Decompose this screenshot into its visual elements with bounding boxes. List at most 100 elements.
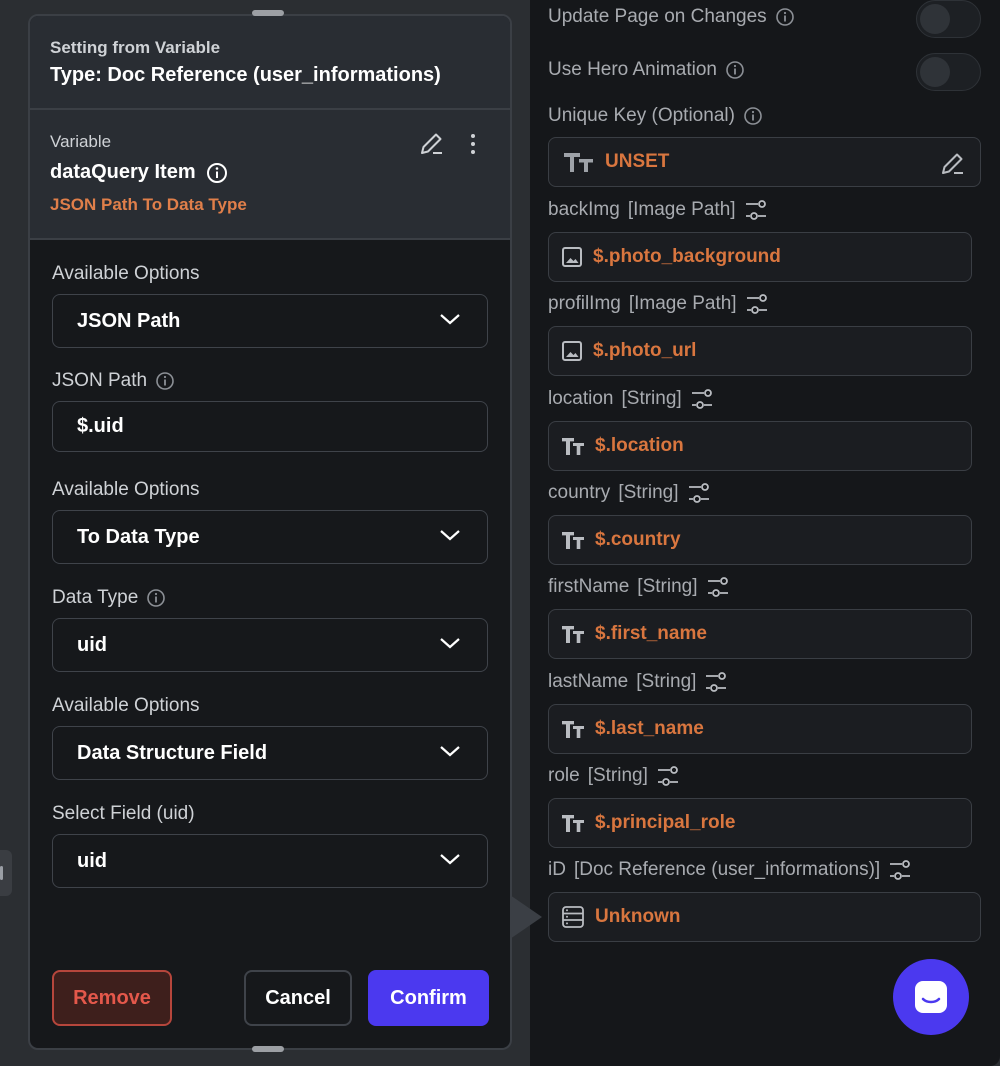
param-type: [Image Path]: [628, 293, 737, 314]
available-options-label: Available Options: [52, 479, 200, 500]
info-icon: [775, 8, 794, 26]
chat-support-button[interactable]: [893, 959, 969, 1035]
text-icon: [561, 813, 585, 833]
update-page-toggle[interactable]: [916, 0, 981, 38]
chat-icon: [915, 981, 947, 1013]
hero-animation-toggle[interactable]: [916, 53, 981, 91]
param-label-row: backImg [Image Path]: [548, 199, 768, 221]
data-type-dropdown[interactable]: uid: [52, 618, 488, 672]
param-value-field[interactable]: $.country: [548, 515, 972, 565]
chevron-down-icon: [440, 638, 460, 649]
json-path-value: $.uid: [77, 415, 124, 437]
param-name: backImg: [548, 199, 620, 220]
param-value-field[interactable]: $.last_name: [548, 704, 972, 754]
chevron-down-icon: [440, 854, 460, 865]
available-options-label: Available Options: [52, 695, 200, 716]
param-value: Unknown: [595, 906, 681, 927]
param-type: [String]: [637, 576, 698, 597]
info-icon[interactable]: [206, 162, 228, 184]
param-type: [String]: [621, 388, 682, 409]
hero-animation-row: Use Hero Animation: [548, 59, 745, 81]
edit-icon[interactable]: [938, 150, 966, 178]
param-value-field[interactable]: $.principal_role: [548, 798, 972, 848]
dropdown-value: uid: [77, 633, 107, 656]
param-value: $.photo_background: [593, 246, 781, 267]
unique-key-label: Unique Key (Optional): [548, 105, 735, 126]
param-value-field[interactable]: $.photo_background: [548, 232, 972, 282]
variable-settings-popup: Setting from Variable Type: Doc Referenc…: [28, 14, 512, 1050]
variable-section: Variable dataQuery Item JSON Path To Dat…: [30, 110, 510, 240]
json-path-label-row: JSON Path: [52, 369, 488, 393]
popup-drag-handle-top[interactable]: [252, 10, 284, 16]
param-type: [String]: [587, 765, 648, 786]
param-type: [Image Path]: [627, 199, 736, 220]
chevron-down-icon: [440, 530, 460, 541]
dropdown-value: To Data Type: [77, 525, 200, 548]
update-page-row: Update Page on Changes: [548, 6, 795, 28]
param-settings-icon[interactable]: [690, 388, 714, 410]
param-label-row: profilImg [Image Path]: [548, 293, 769, 315]
text-icon: [561, 436, 585, 456]
database-icon: [561, 905, 585, 929]
confirm-button[interactable]: Confirm: [368, 970, 489, 1026]
unique-key-field[interactable]: UNSET: [548, 137, 981, 187]
param-label-row: location [String]: [548, 388, 714, 410]
available-options-dropdown-3[interactable]: Data Structure Field: [52, 726, 488, 780]
variable-form: Available Options JSON Path JSON Path $.…: [30, 240, 510, 888]
param-value: $.photo_url: [593, 340, 697, 361]
param-settings-icon[interactable]: [706, 576, 730, 598]
info-icon: [147, 589, 166, 607]
select-field-dropdown[interactable]: uid: [52, 834, 488, 888]
param-value: $.country: [595, 529, 681, 550]
update-page-label: Update Page on Changes: [548, 6, 767, 27]
param-name: role: [548, 765, 580, 786]
variable-path-subtitle: JSON Path To Data Type: [50, 195, 247, 214]
param-type: [Doc Reference (user_informations)]: [573, 859, 881, 880]
param-value-field[interactable]: $.first_name: [548, 609, 972, 659]
variable-type-label: Type: Doc Reference (user_informations): [50, 64, 441, 86]
hero-animation-label: Use Hero Animation: [548, 59, 717, 80]
param-settings-icon[interactable]: [745, 293, 769, 315]
info-icon: [726, 61, 744, 79]
edit-icon[interactable]: [418, 130, 446, 158]
variable-name-row: dataQuery Item: [50, 161, 490, 184]
remove-button[interactable]: Remove: [52, 970, 172, 1026]
data-type-label-row: Data Type: [52, 586, 488, 610]
chevron-down-icon: [440, 746, 460, 757]
param-value-field[interactable]: Unknown: [548, 892, 981, 942]
available-options-dropdown-1[interactable]: JSON Path: [52, 294, 488, 348]
param-value: $.location: [595, 435, 684, 456]
param-value-field[interactable]: $.location: [548, 421, 972, 471]
info-icon: [744, 107, 762, 125]
unique-key-value: UNSET: [605, 151, 670, 172]
available-options-dropdown-2[interactable]: To Data Type: [52, 510, 488, 564]
param-settings-icon[interactable]: [704, 671, 728, 693]
side-panel-tab[interactable]: [0, 850, 12, 896]
dropdown-value: Data Structure Field: [77, 741, 268, 764]
data-type-label: Data Type: [52, 587, 139, 608]
param-name: profilImg: [548, 293, 621, 314]
param-settings-icon[interactable]: [687, 482, 711, 504]
param-label-row: iD [Doc Reference (user_informations)]: [548, 859, 912, 881]
popup-drag-handle-bottom[interactable]: [252, 1046, 284, 1052]
param-value: $.last_name: [595, 718, 704, 739]
param-value-field[interactable]: $.photo_url: [548, 326, 972, 376]
json-path-input[interactable]: $.uid: [52, 401, 488, 452]
info-icon: [156, 372, 174, 390]
param-label-row: role [String]: [548, 765, 680, 787]
param-value: $.first_name: [595, 623, 707, 644]
param-settings-icon[interactable]: [888, 859, 912, 881]
param-settings-icon[interactable]: [744, 199, 768, 221]
more-options-icon[interactable]: [466, 130, 480, 158]
cancel-button[interactable]: Cancel: [244, 970, 352, 1026]
unique-key-row: Unique Key (Optional): [548, 105, 763, 127]
dropdown-value: JSON Path: [77, 309, 181, 332]
param-label-row: country [String]: [548, 482, 711, 504]
param-label-row: firstName [String]: [548, 576, 730, 598]
param-settings-icon[interactable]: [656, 765, 680, 787]
variable-name: dataQuery Item: [50, 161, 196, 183]
param-value: $.principal_role: [595, 812, 736, 833]
param-name: iD: [548, 859, 566, 880]
param-name: firstName: [548, 576, 630, 597]
param-type: [String]: [636, 671, 697, 692]
